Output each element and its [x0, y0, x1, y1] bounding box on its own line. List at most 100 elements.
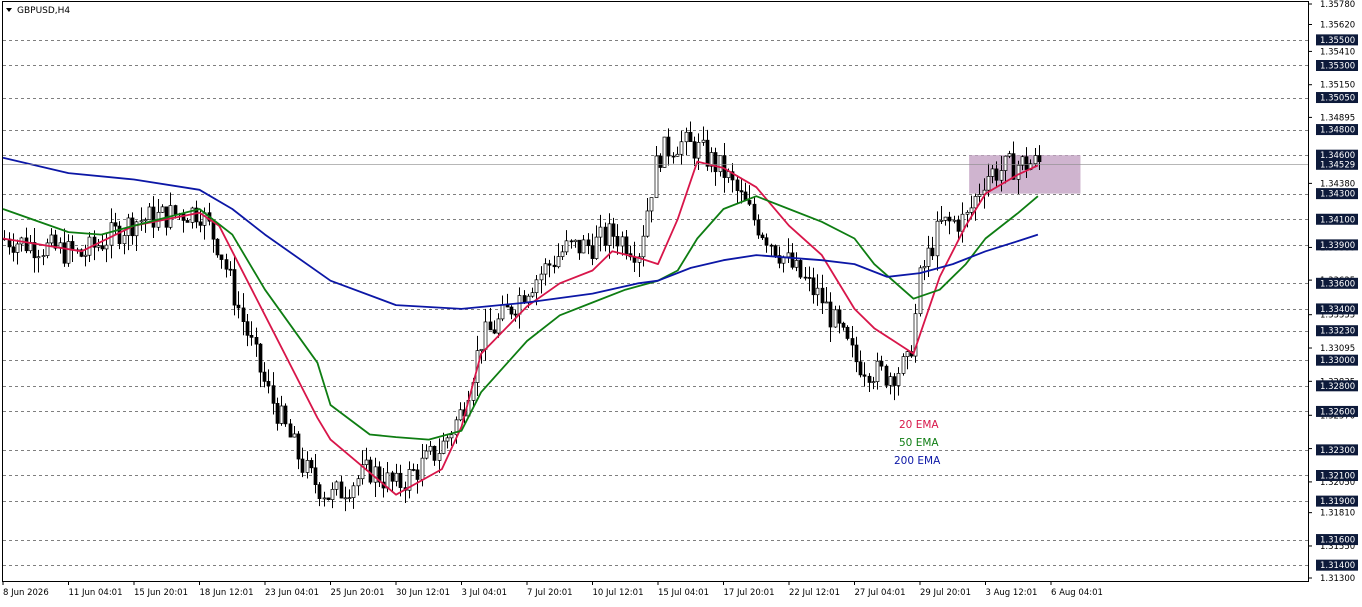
candle-body [977, 194, 982, 197]
candle-body [309, 460, 314, 469]
candle-body [219, 254, 224, 260]
candle-body [556, 256, 561, 268]
candle-body [735, 179, 740, 191]
candle-body [49, 234, 54, 244]
price-tick-label: 1.35620 [1320, 21, 1355, 31]
candle-body [705, 139, 710, 167]
candle-body [334, 481, 339, 490]
candle-body [552, 264, 557, 268]
candle-body [969, 207, 974, 213]
candle-body [892, 376, 897, 386]
candle-body [688, 131, 693, 143]
price-tick-label: 1.35410 [1320, 47, 1355, 57]
candle-body [850, 338, 855, 346]
candle-body [113, 222, 118, 227]
candle-body [420, 457, 425, 480]
candle-body [594, 236, 599, 259]
candle-body [513, 313, 518, 316]
price-tick-label: 1.35150 [1320, 81, 1355, 91]
candle-body [41, 255, 46, 258]
candle-body [317, 484, 322, 499]
level-badge-label: 1.34100 [1320, 215, 1355, 225]
price-tick-label: 1.35780 [1320, 0, 1355, 10]
candle-body [611, 223, 616, 237]
candle-body [598, 226, 603, 238]
candle-body [747, 200, 752, 205]
candle-body [66, 241, 71, 264]
candle-body [305, 460, 310, 473]
candle-body [245, 321, 250, 336]
candle-body [300, 458, 305, 473]
time-tick-label: 10 Jul 12:01 [593, 588, 644, 598]
candle-body [211, 220, 216, 240]
time-tick-label: 18 Jun 12:01 [200, 588, 254, 598]
candle-body [492, 329, 497, 334]
legend-ema20: 20 EMA [899, 419, 939, 431]
candle-body [560, 251, 565, 257]
level-badge-label: 1.35500 [1320, 36, 1355, 46]
candle-body [841, 322, 846, 328]
candle-body [798, 260, 803, 278]
level-badge-label: 1.33900 [1320, 241, 1355, 251]
candle-body [288, 423, 293, 438]
candle-body [879, 360, 884, 367]
candle-body [258, 343, 263, 373]
candle-body [794, 260, 799, 268]
candle-body [488, 321, 493, 331]
candle-body [590, 245, 595, 259]
candle-body [160, 206, 165, 213]
candle-body [275, 403, 280, 424]
candle-body [696, 142, 701, 159]
candle-body [905, 351, 910, 357]
level-badge-label: 1.32800 [1320, 382, 1355, 392]
level-badge-label: 1.34800 [1320, 126, 1355, 136]
level-badge-label: 1.33400 [1320, 305, 1355, 315]
candle-body [884, 365, 889, 386]
price-chart[interactable]: 1.35780 1.35620 1.35410 1.35150 1.34895 1.343… [0, 0, 1362, 603]
candle-body [764, 237, 769, 246]
candle-body [811, 277, 816, 296]
candle-body [322, 497, 327, 500]
candle-body [999, 170, 1004, 181]
candle-body [198, 221, 203, 226]
candle-body [803, 276, 808, 279]
candle-body [394, 472, 399, 482]
candle-body [867, 375, 872, 383]
candle-body [739, 190, 744, 193]
candle-body [351, 485, 356, 499]
level-badge-label: 1.31400 [1320, 561, 1355, 571]
candle-body [428, 445, 433, 452]
candle-body [24, 237, 29, 252]
candle-body [100, 245, 105, 250]
candle-body [479, 348, 484, 351]
chart-container[interactable]: 1.35780 1.35620 1.35410 1.35150 1.34895 1.343… [0, 0, 1362, 603]
time-tick-label: 8 Jun 2026 [3, 588, 49, 598]
candle-body [1003, 155, 1008, 171]
candle-body [411, 469, 416, 471]
symbol-label: GBPUSD,H4 [17, 6, 70, 16]
legend: 20 EMA 50 EMA 200 EMA [894, 419, 941, 467]
candle-body [692, 141, 697, 159]
candle-body [986, 176, 991, 191]
candle-body [769, 244, 774, 247]
candle-body [266, 381, 271, 387]
candle-body [283, 405, 288, 425]
candle-body [373, 466, 378, 483]
candle-body [862, 374, 867, 377]
candle-body [901, 356, 906, 374]
price-tick-label: 1.33095 [1320, 344, 1355, 354]
candle-body [845, 326, 850, 339]
candle-body [679, 141, 684, 155]
time-tick-label: 3 Jul 04:01 [462, 588, 508, 598]
candle-body [871, 381, 876, 384]
candle-body [347, 497, 352, 500]
candle-body [509, 306, 514, 315]
candle-body [786, 252, 791, 258]
candle-body [241, 307, 246, 322]
candle-body [483, 321, 488, 350]
candle-body [109, 222, 114, 246]
candle-body [1020, 156, 1025, 166]
candle-body [666, 136, 671, 157]
candle-body [330, 488, 335, 500]
candle-body [624, 236, 629, 255]
